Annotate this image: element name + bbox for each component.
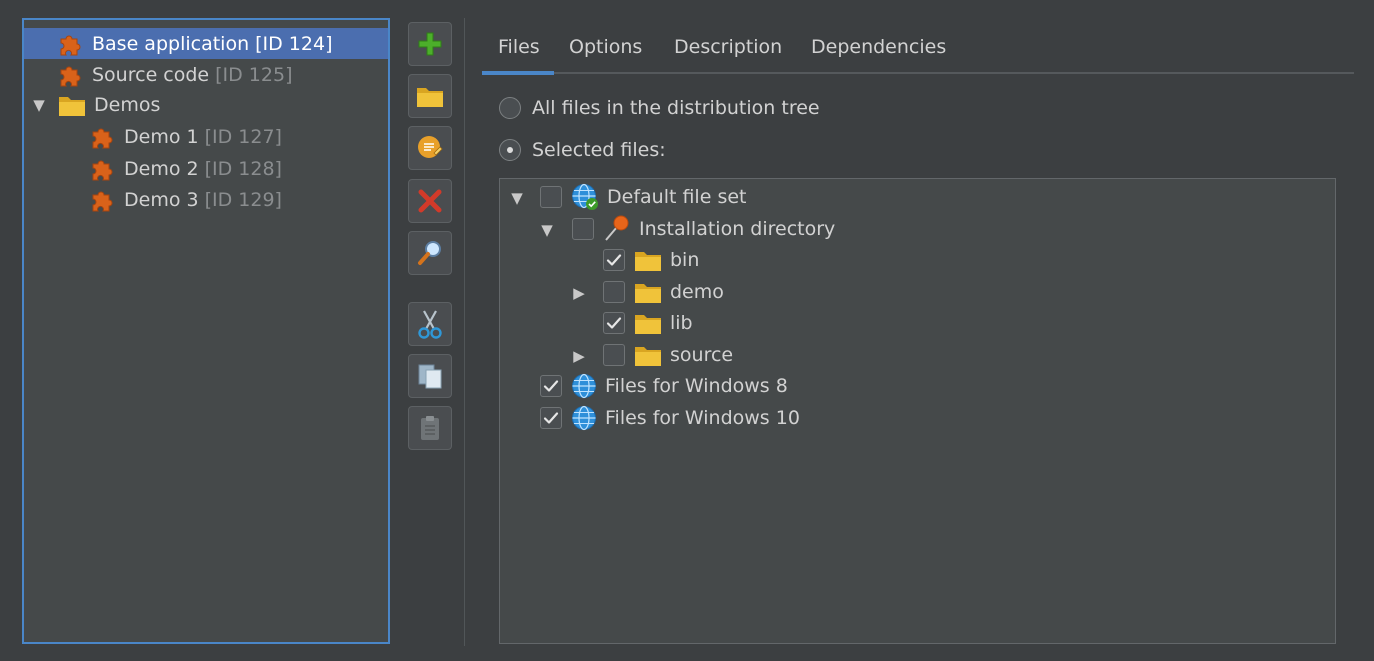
file-tree-item-lib[interactable]: lib <box>603 308 693 338</box>
tree-item-demos[interactable]: ▼ Demos <box>24 89 388 120</box>
tree-item-base-application[interactable]: Base application [ID 124] <box>24 28 388 59</box>
check-mark-icon <box>541 408 561 428</box>
tree-item-label: Demos <box>94 93 161 116</box>
radio-label: Selected files: <box>532 139 666 161</box>
check-mark-icon <box>541 376 561 396</box>
expand-arrow-icon[interactable]: ▶ <box>570 347 588 365</box>
file-tree-label: Default file set <box>607 186 747 208</box>
checkbox[interactable] <box>572 218 594 240</box>
globe-icon <box>571 405 597 431</box>
file-tree-item-windows-8[interactable]: Files for Windows 8 <box>540 371 788 401</box>
checkbox[interactable] <box>540 407 562 429</box>
radio-button[interactable] <box>499 97 521 119</box>
checkbox[interactable] <box>603 312 625 334</box>
checkbox[interactable] <box>540 375 562 397</box>
file-tree-label: Files for Windows 10 <box>605 407 800 429</box>
tree-item-id: [ID 127] <box>204 125 282 148</box>
tree-item-id: [ID 124] <box>255 32 333 55</box>
tab-files[interactable]: Files <box>498 28 540 73</box>
check-mark-icon <box>604 313 624 333</box>
radio-all-files[interactable]: All files in the distribution tree <box>499 94 820 122</box>
tree-item-label: Base application <box>92 32 250 55</box>
file-tree-item-bin[interactable]: bin <box>603 245 699 275</box>
tree-item-id: [ID 129] <box>204 188 282 211</box>
puzzle-icon <box>90 124 116 150</box>
panel-divider <box>464 18 465 646</box>
radio-button[interactable] <box>499 139 521 161</box>
expand-arrow-icon[interactable]: ▼ <box>30 96 48 114</box>
search-icon <box>418 241 441 265</box>
file-set-tree[interactable]: ▼ Default file set ▼ Installation direct… <box>499 178 1336 644</box>
folder-icon <box>416 84 444 108</box>
tree-item-demo-3[interactable]: Demo 3 [ID 129] <box>24 184 388 215</box>
file-tree-label: demo <box>670 281 724 303</box>
file-tree-label: source <box>670 344 734 366</box>
expand-arrow-icon[interactable]: ▼ <box>508 189 526 207</box>
puzzle-icon <box>58 62 84 88</box>
tree-item-label: Source code <box>92 63 210 86</box>
folder-icon <box>634 280 662 304</box>
active-tab-indicator <box>482 71 554 75</box>
globe-icon <box>571 373 597 399</box>
puzzle-icon <box>90 156 116 182</box>
pin-icon <box>605 215 629 241</box>
globe-check-icon <box>571 183 598 210</box>
tree-item-id: [ID 128] <box>204 157 282 180</box>
component-tree[interactable]: Base application [ID 124] Source code [I… <box>22 18 390 644</box>
checkbox[interactable] <box>603 281 625 303</box>
expand-arrow-icon[interactable]: ▶ <box>570 284 588 302</box>
puzzle-icon <box>90 187 116 213</box>
add-icon <box>418 32 442 56</box>
folder-icon <box>634 343 662 367</box>
folder-icon <box>634 248 662 272</box>
radio-selected-files[interactable]: Selected files: <box>499 136 666 164</box>
cut-icon <box>418 310 442 339</box>
rename-button[interactable] <box>408 126 452 170</box>
tree-item-label: Demo 1 <box>124 125 199 148</box>
tab-underline <box>482 72 1354 74</box>
tree-item-source-code[interactable]: Source code [ID 125] <box>24 59 388 90</box>
search-button[interactable] <box>408 231 452 275</box>
tree-item-label: Demo 3 <box>124 188 199 211</box>
puzzle-icon <box>58 31 84 57</box>
file-tree-item-default-file-set[interactable]: Default file set <box>540 182 746 212</box>
folder-icon <box>58 93 86 117</box>
paste-button[interactable] <box>408 406 452 450</box>
radio-label: All files in the distribution tree <box>532 97 820 119</box>
tab-description[interactable]: Description <box>674 28 782 73</box>
file-tree-item-windows-10[interactable]: Files for Windows 10 <box>540 403 800 433</box>
add-button[interactable] <box>408 22 452 66</box>
file-tree-item-installation-directory[interactable]: Installation directory <box>572 214 835 244</box>
delete-button[interactable] <box>408 179 452 223</box>
tree-item-id: [ID 125] <box>215 63 293 86</box>
tree-item-label: Demo 2 <box>124 157 199 180</box>
checkbox[interactable] <box>603 344 625 366</box>
rename-icon <box>418 136 443 158</box>
tab-bar: Files Options Description Dependencies <box>482 28 1354 76</box>
tree-item-demo-1[interactable]: Demo 1 [ID 127] <box>24 121 388 152</box>
expand-arrow-icon[interactable]: ▼ <box>538 221 556 239</box>
checkbox[interactable] <box>540 186 562 208</box>
checkbox[interactable] <box>603 249 625 271</box>
tab-options[interactable]: Options <box>569 28 642 73</box>
tab-dependencies[interactable]: Dependencies <box>811 28 946 73</box>
tree-item-demo-2[interactable]: Demo 2 [ID 128] <box>24 153 388 184</box>
file-tree-label: Files for Windows 8 <box>605 375 788 397</box>
copy-icon <box>418 364 442 389</box>
cut-button[interactable] <box>408 302 452 346</box>
check-mark-icon <box>604 250 624 270</box>
file-tree-item-demo[interactable]: demo <box>603 277 724 307</box>
file-tree-label: bin <box>670 249 700 271</box>
file-tree-label: lib <box>670 312 693 334</box>
copy-button[interactable] <box>408 354 452 398</box>
file-tree-item-source[interactable]: source <box>603 340 733 370</box>
add-folder-button[interactable] <box>408 74 452 118</box>
delete-icon <box>418 189 442 213</box>
folder-icon <box>634 311 662 335</box>
file-tree-label: Installation directory <box>639 218 836 240</box>
paste-icon <box>421 416 439 440</box>
